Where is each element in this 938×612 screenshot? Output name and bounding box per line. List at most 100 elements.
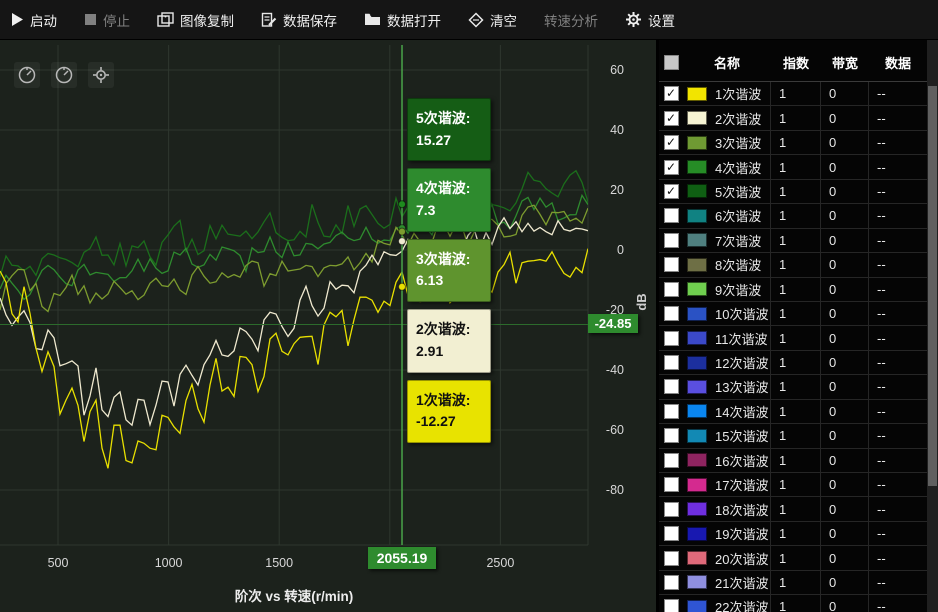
series-color-cell bbox=[683, 106, 711, 129]
series-name: 20次谐波 bbox=[711, 546, 771, 569]
table-row[interactable]: 17次谐波10-- bbox=[659, 473, 927, 497]
row-checkbox[interactable] bbox=[664, 355, 679, 370]
order-vs-speed-plot[interactable]: 50010001500200025006040200-20-40-60-80dB bbox=[0, 40, 656, 612]
table-row[interactable]: ✓4次谐波10-- bbox=[659, 155, 927, 179]
row-checkbox[interactable] bbox=[664, 428, 679, 443]
table-row[interactable]: 13次谐波10-- bbox=[659, 375, 927, 399]
cursor-gauge-button-1[interactable] bbox=[14, 62, 40, 88]
svg-text:2500: 2500 bbox=[486, 556, 514, 570]
cursor-x-value-badge[interactable]: 2055.19 bbox=[368, 547, 436, 569]
row-checkbox[interactable] bbox=[664, 208, 679, 223]
table-row[interactable]: ✓5次谐波10-- bbox=[659, 180, 927, 204]
row-checkbox[interactable] bbox=[664, 331, 679, 346]
series-name: 6次谐波 bbox=[711, 204, 771, 227]
series-bandwidth: 0 bbox=[821, 375, 869, 398]
row-checkbox[interactable]: ✓ bbox=[664, 111, 679, 126]
image-copy-button[interactable]: 图像复制 bbox=[157, 10, 234, 30]
harmonics-table-panel: 名称 指数 带宽 数据 ✓1次谐波10--✓2次谐波10--✓3次谐波10--✓… bbox=[656, 40, 938, 612]
play-icon bbox=[10, 12, 24, 27]
row-checkbox[interactable] bbox=[664, 453, 679, 468]
series-name: 17次谐波 bbox=[711, 473, 771, 496]
series-data: -- bbox=[869, 595, 927, 612]
table-row[interactable]: 10次谐波10-- bbox=[659, 302, 927, 326]
row-checkbox[interactable] bbox=[664, 233, 679, 248]
row-checkbox[interactable] bbox=[664, 282, 679, 297]
row-checkbox[interactable] bbox=[664, 257, 679, 272]
series-color-swatch bbox=[687, 502, 707, 516]
table-scrollbar[interactable] bbox=[927, 40, 938, 612]
chart-toolbar bbox=[14, 62, 114, 88]
table-row[interactable]: ✓2次谐波10-- bbox=[659, 106, 927, 130]
series-data: -- bbox=[869, 375, 927, 398]
table-row[interactable]: 9次谐波10-- bbox=[659, 278, 927, 302]
cursor-y-value-badge[interactable]: -24.85 bbox=[588, 314, 638, 333]
row-checkbox-cell bbox=[659, 522, 683, 545]
table-row[interactable]: 18次谐波10-- bbox=[659, 497, 927, 521]
harmonic-tooltip: 1次谐波:-12.27 bbox=[407, 380, 491, 443]
table-row[interactable]: 20次谐波10-- bbox=[659, 546, 927, 570]
series-color-swatch bbox=[687, 282, 707, 296]
table-row[interactable]: 21次谐波10-- bbox=[659, 571, 927, 595]
table-row[interactable]: 22次谐波10-- bbox=[659, 595, 927, 612]
series-color-cell bbox=[683, 400, 711, 423]
start-button[interactable]: 启动 bbox=[10, 10, 57, 30]
series-bandwidth: 0 bbox=[821, 400, 869, 423]
table-row[interactable]: 19次谐波10-- bbox=[659, 522, 927, 546]
table-row[interactable]: 12次谐波10-- bbox=[659, 351, 927, 375]
table-row[interactable]: 6次谐波10-- bbox=[659, 204, 927, 228]
row-checkbox[interactable] bbox=[664, 502, 679, 517]
table-row[interactable]: 11次谐波10-- bbox=[659, 326, 927, 350]
axis-settings-button[interactable] bbox=[88, 62, 114, 88]
series-name: 9次谐波 bbox=[711, 278, 771, 301]
data-open-button[interactable]: 数据打开 bbox=[364, 10, 441, 30]
clear-label: 清空 bbox=[490, 10, 517, 30]
table-row[interactable]: 7次谐波10-- bbox=[659, 229, 927, 253]
series-name: 14次谐波 bbox=[711, 400, 771, 423]
row-checkbox[interactable] bbox=[664, 404, 679, 419]
series-color-swatch bbox=[687, 600, 707, 612]
series-bandwidth: 0 bbox=[821, 278, 869, 301]
table-scrollbar-thumb[interactable] bbox=[928, 86, 937, 486]
clear-button[interactable]: 清空 bbox=[468, 10, 517, 30]
row-checkbox[interactable]: ✓ bbox=[664, 160, 679, 175]
series-color-cell bbox=[683, 522, 711, 545]
table-row[interactable]: ✓3次谐波10-- bbox=[659, 131, 927, 155]
settings-button[interactable]: 设置 bbox=[625, 10, 675, 30]
series-bandwidth: 0 bbox=[821, 180, 869, 203]
row-checkbox[interactable] bbox=[664, 306, 679, 321]
row-checkbox[interactable] bbox=[664, 599, 679, 612]
series-index: 1 bbox=[771, 449, 821, 472]
row-checkbox[interactable] bbox=[664, 575, 679, 590]
stop-button: 停止 bbox=[84, 10, 130, 30]
series-color-cell bbox=[683, 571, 711, 594]
series-bandwidth: 0 bbox=[821, 82, 869, 105]
series-data: -- bbox=[869, 131, 927, 154]
table-row[interactable]: 16次谐波10-- bbox=[659, 449, 927, 473]
table-row[interactable]: 15次谐波10-- bbox=[659, 424, 927, 448]
row-checkbox[interactable]: ✓ bbox=[664, 184, 679, 199]
series-bandwidth: 0 bbox=[821, 522, 869, 545]
row-checkbox[interactable] bbox=[664, 379, 679, 394]
series-color-cell bbox=[683, 131, 711, 154]
row-checkbox-cell bbox=[659, 229, 683, 252]
row-checkbox[interactable] bbox=[664, 551, 679, 566]
series-name: 4次谐波 bbox=[711, 155, 771, 178]
folder-open-icon bbox=[364, 12, 381, 27]
cursor-gauge-button-2[interactable] bbox=[51, 62, 77, 88]
row-checkbox-cell bbox=[659, 302, 683, 325]
series-color-swatch bbox=[687, 87, 707, 101]
series-index: 1 bbox=[771, 155, 821, 178]
select-all-checkbox[interactable] bbox=[664, 55, 679, 70]
row-checkbox[interactable] bbox=[664, 477, 679, 492]
table-row[interactable]: 8次谐波10-- bbox=[659, 253, 927, 277]
row-checkbox[interactable] bbox=[664, 526, 679, 541]
svg-text:-60: -60 bbox=[606, 423, 624, 437]
row-checkbox[interactable]: ✓ bbox=[664, 86, 679, 101]
table-row[interactable]: ✓1次谐波10-- bbox=[659, 82, 927, 106]
series-color-swatch bbox=[687, 551, 707, 565]
table-row[interactable]: 14次谐波10-- bbox=[659, 400, 927, 424]
series-name: 12次谐波 bbox=[711, 351, 771, 374]
row-checkbox[interactable]: ✓ bbox=[664, 135, 679, 150]
data-save-button[interactable]: 数据保存 bbox=[261, 10, 337, 30]
series-bandwidth: 0 bbox=[821, 546, 869, 569]
